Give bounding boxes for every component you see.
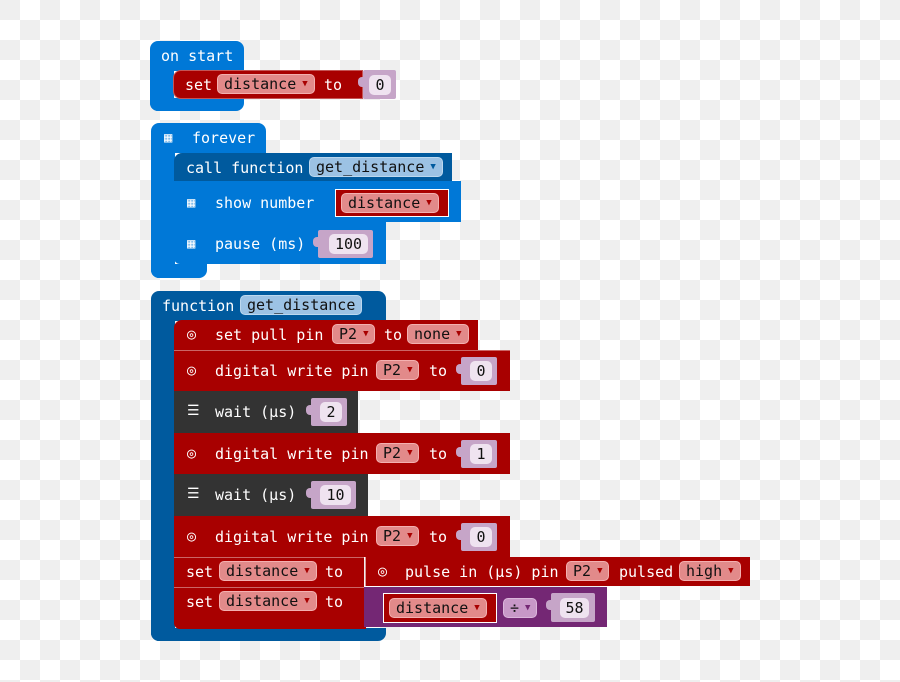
function-name-field[interactable]: get_distance (240, 295, 363, 315)
digital-write-label: digital write pin (215, 362, 369, 380)
dropdown-value: distance (226, 562, 299, 580)
grid-icon: ▦ (187, 236, 196, 252)
chevron-down-icon: ▼ (525, 603, 531, 613)
function-name: get_distance (247, 296, 356, 314)
pulse-in-label: pulse in (µs) pin (405, 563, 559, 581)
list-icon: ☰ (187, 486, 200, 502)
call-function-label: call function (186, 159, 304, 177)
number-input[interactable]: 1 (470, 444, 492, 464)
chevron-down-icon: ▼ (597, 566, 603, 576)
chevron-down-icon: ▼ (456, 329, 462, 339)
to-keyword: to (324, 76, 343, 94)
number-input[interactable]: 0 (470, 361, 492, 381)
wait-label: wait (µs) (215, 486, 297, 504)
variable-dropdown[interactable]: distance ▼ (219, 561, 317, 581)
set-keyword: set (186, 593, 214, 611)
dropdown-value: distance (226, 592, 299, 610)
operator-dropdown[interactable]: ÷ ▼ (503, 598, 538, 618)
variable-dropdown[interactable]: distance ▼ (219, 591, 317, 611)
target-icon: ◎ (187, 361, 197, 379)
chevron-down-icon: ▼ (304, 596, 310, 606)
list-icon: ☰ (187, 403, 200, 419)
pulsed-keyword: pulsed (619, 563, 674, 581)
to-keyword: to (429, 528, 448, 546)
function-body (151, 318, 175, 641)
set-pull-pin-label: set pull pin (215, 326, 324, 344)
target-icon: ◎ (187, 527, 197, 545)
dropdown-value: P2 (383, 361, 402, 379)
digital-write-label: digital write pin (215, 528, 369, 546)
function-keyword: function (162, 297, 235, 315)
dropdown-value: ÷ (510, 599, 520, 617)
on-start-footer (150, 98, 244, 111)
pause-label: pause (ms) (215, 235, 306, 253)
to-keyword: to (325, 563, 344, 581)
set-keyword: set (186, 563, 214, 581)
target-icon: ◎ (187, 444, 197, 462)
pin-dropdown[interactable]: P2 ▼ (376, 443, 420, 463)
forever-label: forever (192, 129, 256, 147)
dropdown-value: distance (396, 599, 469, 617)
chevron-down-icon: ▼ (474, 603, 480, 613)
number-input[interactable]: 2 (320, 402, 342, 422)
to-keyword: to (325, 593, 344, 611)
chevron-down-icon: ▼ (426, 198, 432, 208)
dropdown-value: none (414, 325, 451, 343)
target-icon: ◎ (187, 325, 197, 343)
target-icon: ◎ (378, 562, 388, 580)
chevron-down-icon: ▼ (304, 566, 310, 576)
pulse-level-dropdown[interactable]: high ▼ (679, 561, 741, 581)
digital-write-label: digital write pin (215, 445, 369, 463)
chevron-down-icon: ▼ (430, 162, 436, 172)
to-keyword: to (429, 362, 448, 380)
grid-icon: ▦ (187, 195, 196, 211)
wait-label: wait (µs) (215, 403, 297, 421)
forever-body (151, 150, 175, 278)
number-input[interactable]: 0 (369, 75, 391, 95)
pin-dropdown[interactable]: P2 ▼ (566, 561, 610, 581)
on-start-label: on start (161, 47, 234, 65)
pin-dropdown[interactable]: P2 ▼ (376, 360, 420, 380)
dropdown-value: high (686, 562, 723, 580)
grid-icon: ▦ (164, 130, 173, 146)
dropdown-value: distance (348, 194, 421, 212)
dropdown-value: distance (224, 75, 297, 93)
dropdown-value: get_distance (316, 158, 425, 176)
to-keyword: to (429, 445, 448, 463)
chevron-down-icon: ▼ (728, 566, 734, 576)
chevron-down-icon: ▼ (407, 365, 413, 375)
set-keyword: set (185, 76, 213, 94)
pin-dropdown[interactable]: P2 ▼ (332, 324, 376, 344)
dropdown-value: P2 (339, 325, 358, 343)
number-input[interactable]: 58 (560, 598, 589, 618)
number-input[interactable]: 0 (470, 527, 492, 547)
dropdown-value: P2 (383, 444, 402, 462)
number-input[interactable]: 100 (329, 234, 368, 254)
to-keyword: to (384, 326, 403, 344)
chevron-down-icon: ▼ (302, 79, 308, 89)
variable-dropdown[interactable]: distance ▼ (217, 74, 315, 94)
pin-dropdown[interactable]: P2 ▼ (376, 526, 420, 546)
number-input[interactable]: 10 (320, 485, 351, 505)
variable-dropdown[interactable]: distance ▼ (341, 193, 439, 213)
function-name-dropdown[interactable]: get_distance ▼ (309, 157, 443, 177)
chevron-down-icon: ▼ (363, 329, 369, 339)
forever-footer (151, 264, 207, 278)
chevron-down-icon: ▼ (407, 448, 413, 458)
show-number-label: show number (215, 194, 315, 212)
variable-dropdown[interactable]: distance ▼ (389, 598, 487, 618)
dropdown-value: P2 (573, 562, 592, 580)
pull-mode-dropdown[interactable]: none ▼ (407, 324, 469, 344)
dropdown-value: P2 (383, 527, 402, 545)
chevron-down-icon: ▼ (407, 531, 413, 541)
function-footer (151, 628, 386, 641)
